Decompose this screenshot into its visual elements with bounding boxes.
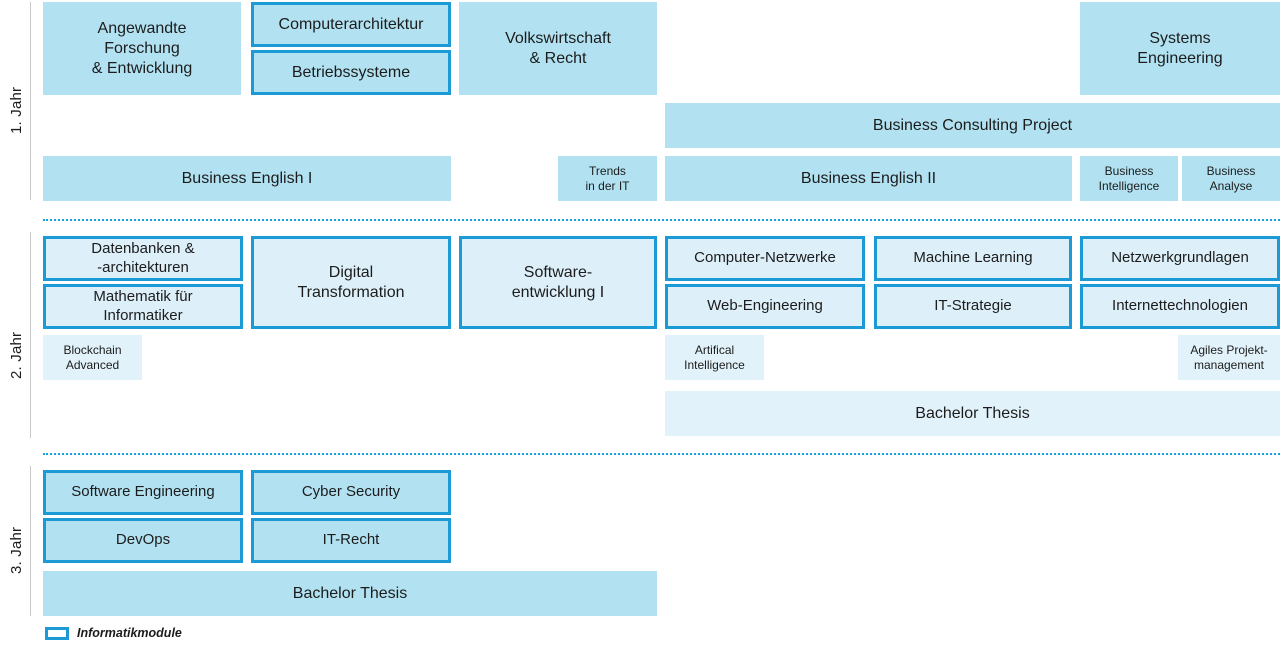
module-it-recht[interactable]: IT-Recht [251,518,451,563]
module-business-intelligence[interactable]: Business Intelligence [1080,156,1178,201]
module-netzwerkgrundlagen[interactable]: Netzwerkgrundlagen [1080,236,1280,281]
module-angewandte-forschung-entwicklung[interactable]: Angewandte Forschung & Entwicklung [43,2,241,95]
module-trends-in-der-it[interactable]: Trends in der IT [558,156,657,201]
module-systems-engineering[interactable]: Systems Engineering [1080,2,1280,95]
module-internettechnologien[interactable]: Internettechnologien [1080,284,1280,329]
year-label-1: 1. Jahr [8,86,25,134]
module-machine-learning[interactable]: Machine Learning [874,236,1072,281]
module-volkswirtschaft-recht[interactable]: Volkswirtschaft & Recht [459,2,657,95]
module-business-consulting-project[interactable]: Business Consulting Project [665,103,1280,148]
module-business-english-1[interactable]: Business English I [43,156,451,201]
module-bachelor-thesis-year2[interactable]: Bachelor Thesis [665,391,1280,436]
module-web-engineering[interactable]: Web-Engineering [665,284,865,329]
module-blockchain-advanced[interactable]: Blockchain Advanced [43,335,142,380]
module-betriebssysteme[interactable]: Betriebssysteme [251,50,451,95]
module-agiles-projektmanagement[interactable]: Agiles Projekt- management [1178,335,1280,380]
module-it-strategie[interactable]: IT-Strategie [874,284,1072,329]
year-bracket-2 [30,232,31,438]
module-software-engineering[interactable]: Software Engineering [43,470,243,515]
year-separator-2 [43,453,1280,455]
year-label-3: 3. Jahr [8,526,25,574]
module-devops[interactable]: DevOps [43,518,243,563]
curriculum-diagram: 1. Jahr Angewandte Forschung & Entwicklu… [0,0,1280,650]
module-datenbanken-architekturen[interactable]: Datenbanken & -architekturen [43,236,243,281]
year-separator-1 [43,219,1280,221]
module-bachelor-thesis-year3[interactable]: Bachelor Thesis [43,571,657,616]
year-label-2: 2. Jahr [8,331,25,379]
module-cyber-security[interactable]: Cyber Security [251,470,451,515]
year-bracket-1 [30,2,31,200]
legend-label: Informatikmodule [77,626,182,640]
year-bracket-3 [30,466,31,616]
module-business-analyse[interactable]: Business Analyse [1182,156,1280,201]
module-mathematik-fuer-informatiker[interactable]: Mathematik für Informatiker [43,284,243,329]
legend: Informatikmodule [45,626,182,640]
module-digital-transformation[interactable]: Digital Transformation [251,236,451,329]
informatikmodule-swatch-icon [45,626,69,640]
module-softwareentwicklung-1[interactable]: Software- entwicklung I [459,236,657,329]
module-computer-netzwerke[interactable]: Computer-Netzwerke [665,236,865,281]
module-artifical-intelligence[interactable]: Artifical Intelligence [665,335,764,380]
module-business-english-2[interactable]: Business English II [665,156,1072,201]
module-computerarchitektur[interactable]: Computerarchitektur [251,2,451,47]
